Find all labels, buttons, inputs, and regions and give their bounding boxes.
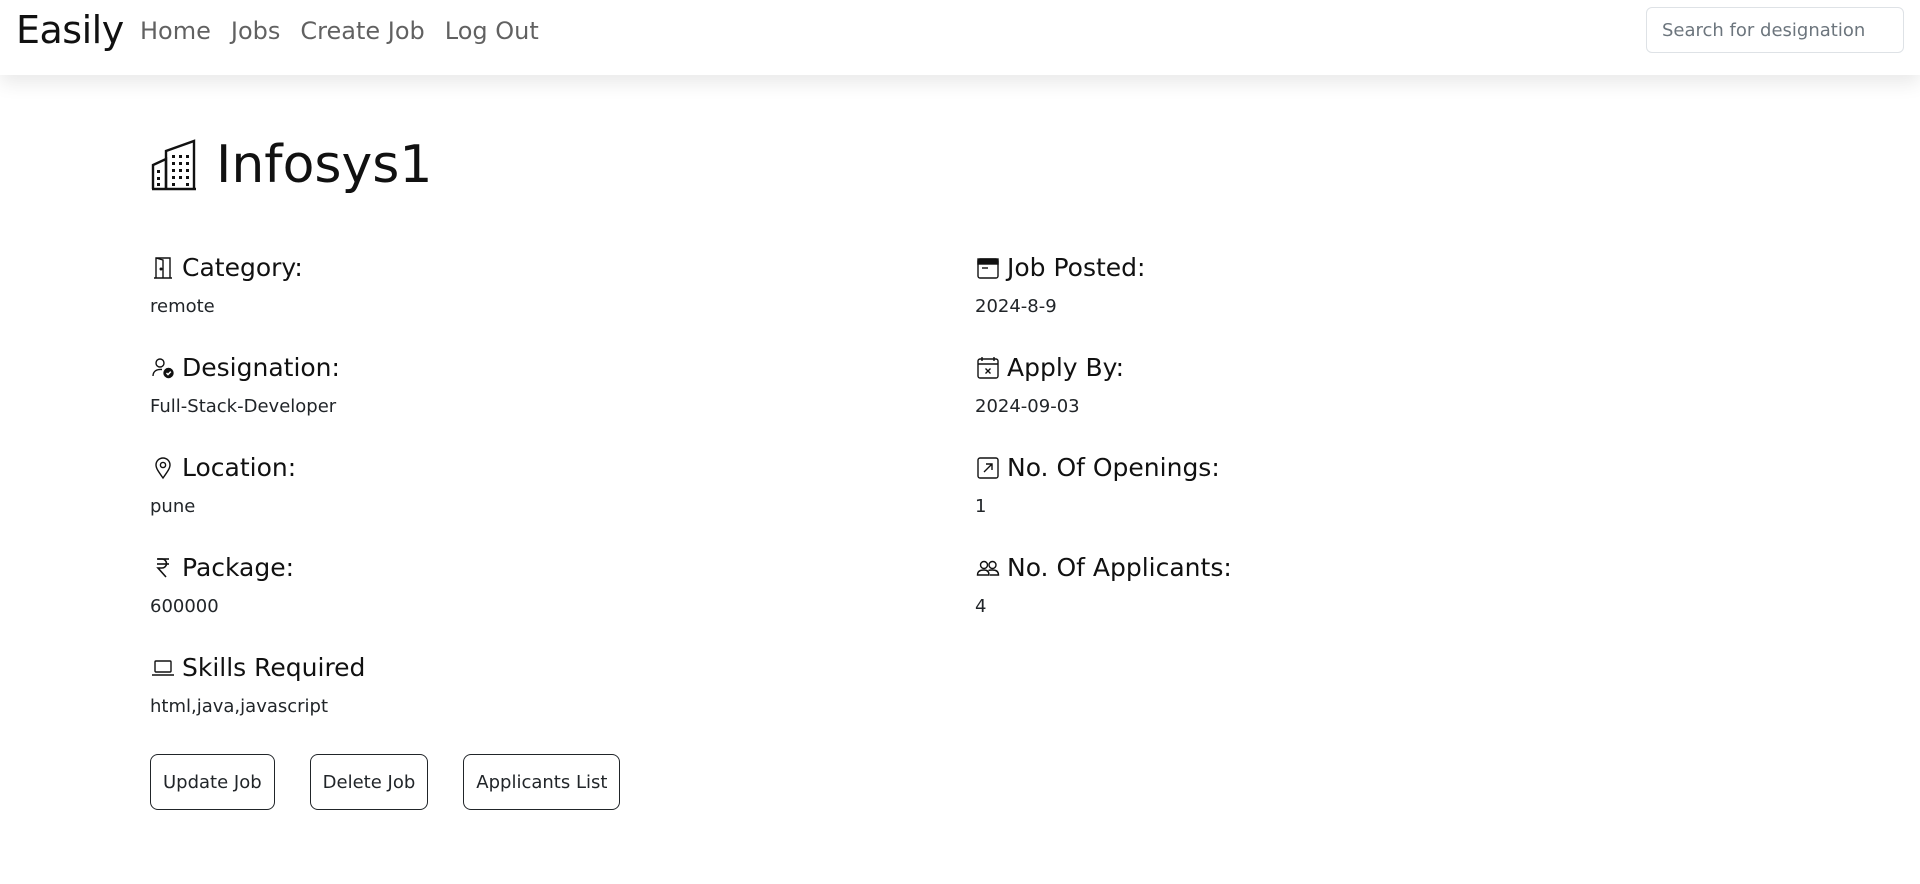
- door-icon: [150, 255, 176, 281]
- field-apply-by: Apply By: 2024-09-03: [975, 350, 1675, 420]
- navbar: Easily Home Jobs Create Job Log Out: [0, 0, 1920, 75]
- skills-value: html,java,javascript: [150, 696, 329, 717]
- job-posted-value: 2024-8-9: [975, 296, 1057, 317]
- nav-link-create-job[interactable]: Create Job: [300, 14, 424, 48]
- designation-value: Full-Stack-Developer: [150, 396, 337, 417]
- action-buttons: Update Job Delete Job Applicants List: [150, 754, 655, 810]
- field-job-posted: Job Posted: 2024-8-9: [975, 250, 1675, 320]
- brand-logo[interactable]: Easily: [16, 8, 124, 52]
- currency-rupee-icon: [150, 555, 176, 581]
- geo-alt-icon: [150, 455, 176, 481]
- field-package: Package: 600000: [150, 550, 850, 620]
- calendar-x-icon: [975, 355, 1001, 381]
- page-title: Infosys1: [216, 135, 433, 195]
- applicants-list-button[interactable]: Applicants List: [463, 754, 621, 810]
- field-designation: Designation: Full-Stack-Developer: [150, 350, 850, 420]
- field-openings: No. Of Openings: 1: [975, 450, 1675, 520]
- people-icon: [975, 555, 1001, 581]
- buildings-icon: [151, 139, 196, 191]
- update-job-button[interactable]: Update Job: [150, 754, 275, 810]
- arrow-up-right-square-icon: [975, 455, 1001, 481]
- nav-link-home[interactable]: Home: [140, 14, 211, 48]
- calendar-icon: [975, 255, 1001, 281]
- field-category: Category: remote: [150, 250, 850, 320]
- field-location: Location: pune: [150, 450, 850, 520]
- category-value: remote: [150, 296, 215, 317]
- package-value: 600000: [150, 596, 219, 617]
- person-check-icon: [150, 355, 176, 381]
- field-skills: Skills Required html,java,javascript: [150, 650, 850, 720]
- openings-value: 1: [975, 496, 987, 517]
- nav-links: Home Jobs Create Job Log Out: [140, 14, 559, 48]
- location-value: pune: [150, 496, 196, 517]
- delete-job-button[interactable]: Delete Job: [309, 754, 429, 810]
- job-details: Infosys1 Category: remote Designation: F…: [150, 130, 1850, 810]
- title-row: Infosys1: [150, 130, 1850, 200]
- apply-by-value: 2024-09-03: [975, 396, 1080, 417]
- nav-link-log-out[interactable]: Log Out: [445, 14, 539, 48]
- applicants-value: 4: [975, 596, 987, 617]
- laptop-icon: [150, 655, 176, 681]
- search-input[interactable]: [1646, 7, 1904, 53]
- field-applicants: No. Of Applicants: 4: [975, 550, 1675, 620]
- nav-link-jobs[interactable]: Jobs: [231, 14, 281, 48]
